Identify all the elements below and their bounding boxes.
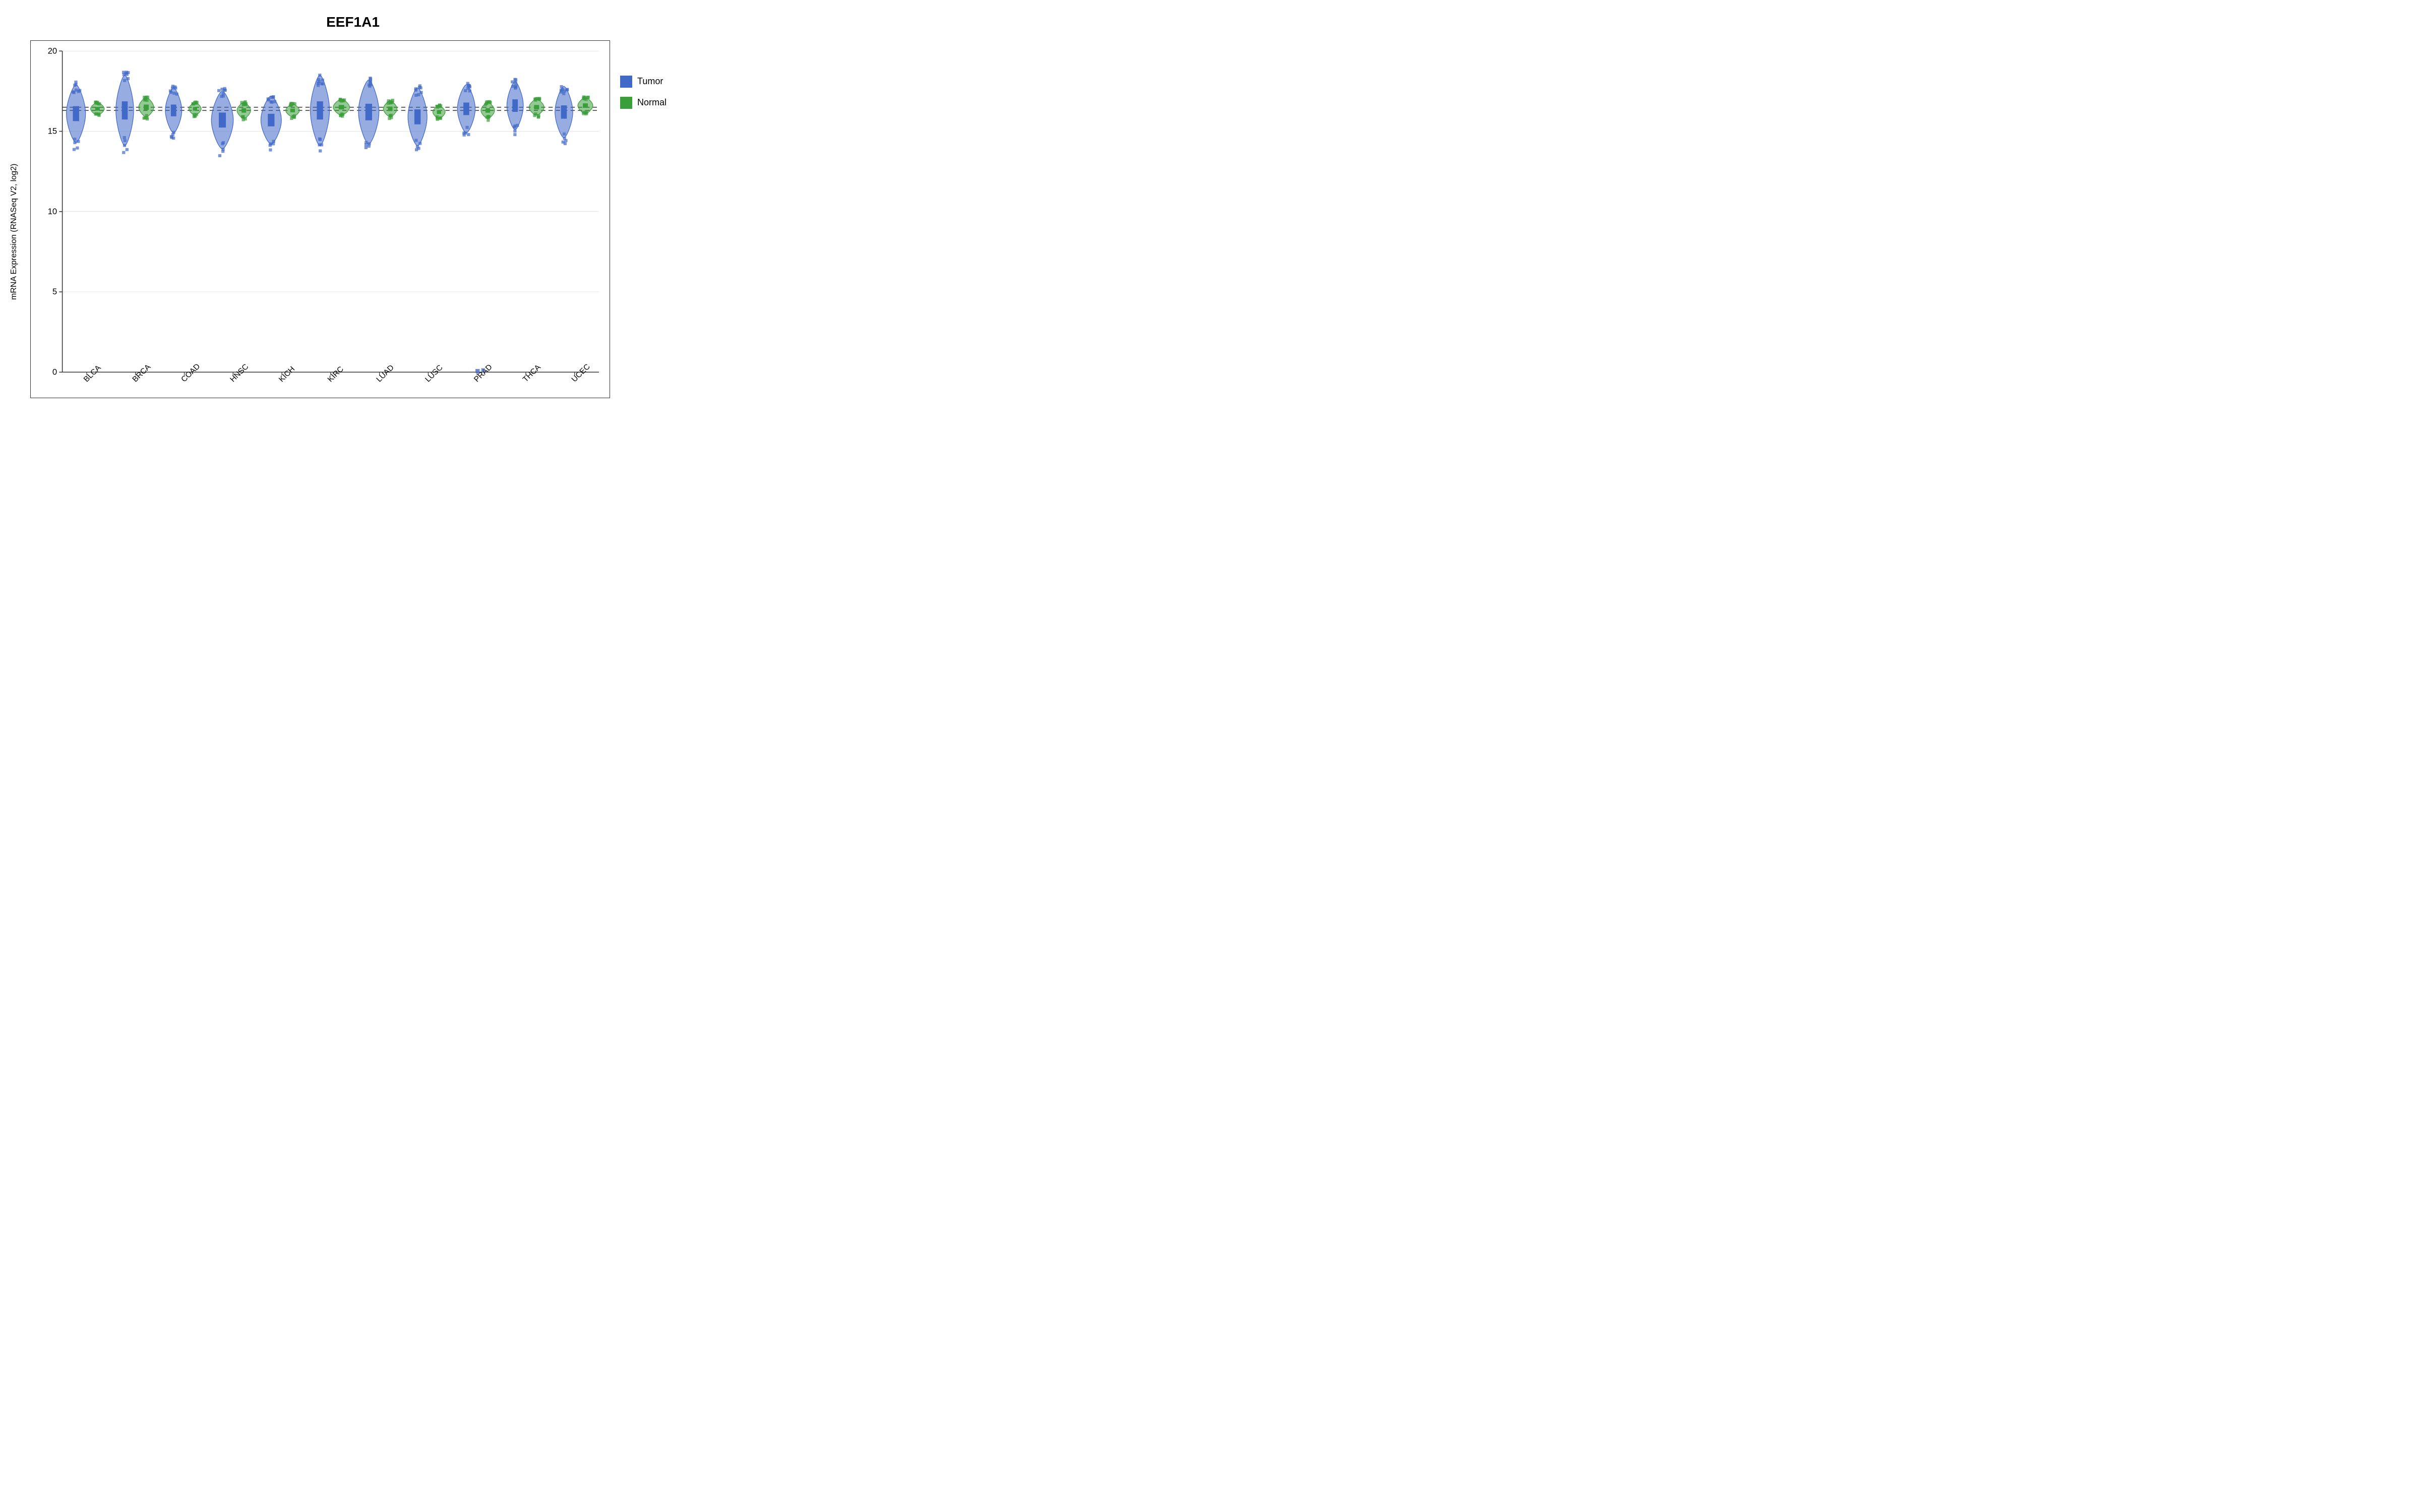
svg-text:5: 5 <box>52 287 57 296</box>
y-axis-label: mRNA Expression (RNASeq V2, log2) <box>5 35 25 428</box>
chart-title: EEF1A1 <box>5 4 701 35</box>
plot-with-legend: 0 5 10 15 20 BLCA BRCA COAD HNSC KICH KIRC LUAD LUSC… <box>25 35 701 398</box>
svg-text:BLCA: BLCA <box>82 363 103 384</box>
plot-and-x: 0 5 10 15 20 BLCA BRCA COAD HNSC KICH KIRC LUAD LUSC… <box>25 35 701 428</box>
plot-svg: 0 5 10 15 20 BLCA BRCA COAD HNSC KICH KIRC LUAD LUSC… <box>31 41 610 398</box>
svg-text:KIRC: KIRC <box>326 364 346 383</box>
legend-box-tumor <box>620 76 632 88</box>
legend-item-tumor: Tumor <box>620 76 701 88</box>
plot-frame: 0 5 10 15 20 BLCA BRCA COAD HNSC KICH KIRC LUAD LUSC… <box>30 40 610 398</box>
svg-text:LUAD: LUAD <box>375 363 396 384</box>
svg-text:20: 20 <box>48 46 57 55</box>
chart-area: mRNA Expression (RNASeq V2, log2) 0 5 10 15… <box>5 35 701 428</box>
svg-text:UCEC: UCEC <box>570 362 592 384</box>
legend: Tumor Normal <box>610 35 701 398</box>
svg-text:COAD: COAD <box>179 362 202 384</box>
legend-label-normal: Normal <box>637 97 667 108</box>
legend-item-normal: Normal <box>620 97 701 109</box>
legend-box-normal <box>620 97 632 109</box>
svg-text:KICH: KICH <box>277 364 297 383</box>
svg-text:HNSC: HNSC <box>228 362 251 384</box>
svg-text:10: 10 <box>48 207 57 216</box>
chart-container: EEF1A1 mRNA Expression (RNASeq V2, log2)… <box>5 4 701 437</box>
svg-text:15: 15 <box>48 127 57 136</box>
legend-label-tumor: Tumor <box>637 76 663 87</box>
svg-text:PRAD: PRAD <box>472 362 494 384</box>
svg-text:0: 0 <box>52 367 57 376</box>
svg-text:BRCA: BRCA <box>131 362 152 384</box>
x-axis-labels <box>30 398 701 428</box>
svg-text:LUSC: LUSC <box>424 363 445 384</box>
svg-text:THCA: THCA <box>521 362 543 384</box>
